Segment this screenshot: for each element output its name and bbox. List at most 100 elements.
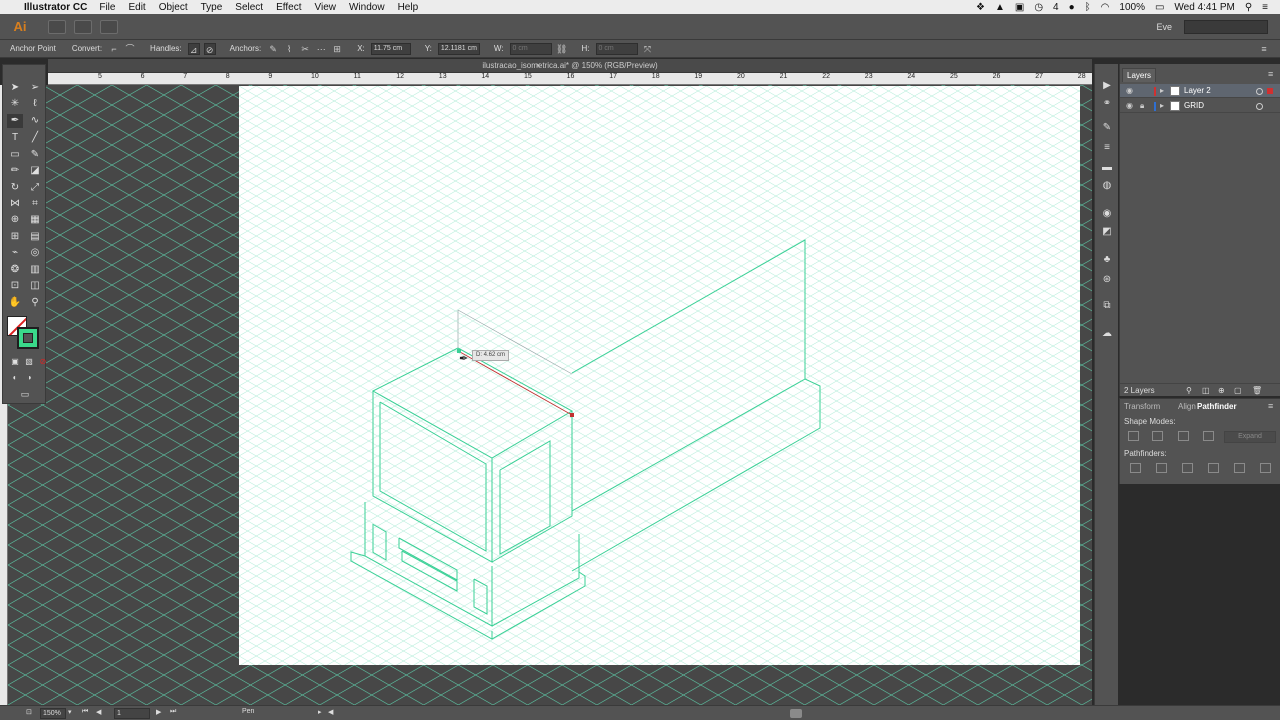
menu-edit[interactable]: Edit — [128, 2, 145, 13]
menu-window[interactable]: Window — [349, 2, 385, 13]
app-menu[interactable]: Illustrator CC — [24, 2, 87, 13]
layer-name[interactable]: Layer 2 — [1184, 84, 1211, 98]
pencil-tool-icon[interactable]: ✏ — [7, 164, 23, 178]
minus-front-icon[interactable] — [1152, 431, 1163, 441]
menu-effect[interactable]: Effect — [276, 2, 301, 13]
crop-icon[interactable] — [1208, 463, 1219, 473]
expand-arrow-icon[interactable]: ▸ — [1160, 99, 1164, 113]
stroke-icon[interactable]: ≡ — [1100, 142, 1114, 154]
free-transform-tool-icon[interactable]: ⌗ — [27, 197, 43, 211]
curvature-tool-icon[interactable]: ∿ — [27, 114, 43, 128]
outline-icon[interactable] — [1234, 463, 1245, 473]
close-tab-icon[interactable]: × — [536, 59, 541, 73]
selection-tool-icon[interactable]: ➤ — [7, 81, 23, 95]
artboards-icon[interactable]: ⧉ — [1100, 300, 1114, 312]
navigator-icon[interactable]: ⊛ — [1100, 274, 1114, 286]
menu-object[interactable]: Object — [159, 2, 188, 13]
eraser-tool-icon[interactable]: ◪ — [27, 164, 43, 178]
paintbrush-tool-icon[interactable]: ✎ — [27, 148, 43, 162]
gpu-performance-icon[interactable] — [100, 19, 118, 34]
clock-icon[interactable]: ◷ — [1034, 2, 1043, 13]
transform-icon[interactable]: ⤧ — [642, 43, 654, 55]
blend-tool-icon[interactable]: ◎ — [27, 246, 43, 260]
lasso-tool-icon[interactable]: ℓ — [27, 97, 43, 111]
expand-button[interactable]: Expand — [1224, 431, 1276, 443]
zoom-field[interactable]: 150% — [40, 708, 66, 719]
rectangle-tool-icon[interactable]: ▭ — [7, 148, 23, 162]
status-menu-arrow-icon[interactable]: ▸ — [318, 708, 322, 716]
brushes-icon[interactable]: ✎ — [1100, 122, 1114, 134]
slice-tool-icon[interactable]: ◫ — [27, 279, 43, 293]
mesh-tool-icon[interactable]: ⊞ — [7, 230, 23, 244]
convert-corner-icon[interactable]: ⌐ — [108, 43, 120, 55]
connect-anchor-icon[interactable]: ⌇ — [283, 43, 295, 55]
bluetooth-icon[interactable]: ᛒ — [1085, 2, 1091, 13]
cut-path-icon[interactable]: ✂ — [299, 43, 311, 55]
menu-type[interactable]: Type — [201, 2, 223, 13]
menu-help[interactable]: Help — [398, 2, 419, 13]
tab-pathfinder[interactable]: Pathfinder — [1197, 401, 1237, 413]
locate-object-icon[interactable]: ⚲ — [1186, 384, 1192, 397]
menu-select[interactable]: Select — [235, 2, 263, 13]
divide-icon[interactable] — [1130, 463, 1141, 473]
width-tool-icon[interactable]: ⋈ — [7, 197, 23, 211]
dropbox-icon[interactable]: ❖ — [976, 2, 985, 13]
appearance-icon[interactable]: ◉ — [1100, 208, 1114, 220]
menubar-clock[interactable]: Wed 4:41 PM — [1174, 2, 1234, 13]
screen-mode-icon[interactable]: ▭ — [17, 387, 33, 401]
previous-artboard-icon[interactable]: ◀ — [96, 708, 101, 716]
zoom-dropdown-icon[interactable]: ▾ — [68, 708, 72, 716]
tab-align[interactable]: Align — [1178, 401, 1196, 413]
menu-view[interactable]: View — [314, 2, 336, 13]
symbols-icon[interactable]: ♣ — [1100, 254, 1114, 266]
menu-file[interactable]: File — [99, 2, 115, 13]
direct-selection-tool-icon[interactable]: ➢ — [27, 81, 43, 95]
cloud-icon[interactable]: ● — [1069, 2, 1075, 13]
artboard-field[interactable]: 1 — [114, 708, 150, 719]
new-sublayer-icon[interactable]: ⊕ — [1218, 384, 1225, 397]
gradient-tool-icon[interactable]: ▤ — [27, 230, 43, 244]
zoom-tool-icon[interactable]: ⚲ — [27, 296, 43, 310]
remove-anchor-icon[interactable]: ✎ — [267, 43, 279, 55]
layer-name[interactable]: GRID — [1184, 99, 1204, 113]
perspective-grid-tool-icon[interactable]: ▦ — [27, 213, 43, 227]
h-field[interactable]: 0 cm — [595, 42, 638, 55]
w-field[interactable]: 0 cm — [509, 42, 552, 55]
draw-behind-icon[interactable]: ◑ — [21, 371, 37, 385]
scale-tool-icon[interactable]: ⤢ — [27, 181, 43, 195]
type-tool-icon[interactable]: T — [7, 131, 23, 145]
new-layer-icon[interactable]: ▢ — [1234, 384, 1242, 397]
convert-smooth-icon[interactable]: ⌒ — [124, 43, 136, 55]
artboard-navigator-icon[interactable]: ⊡ — [26, 708, 32, 716]
horizontal-ruler[interactable]: 5 6 7 8 9 10 11 12 13 14 15 16 17 18 19 20 21 22 23 24 25 26 2… — [48, 73, 1092, 85]
libraries-icon[interactable]: ☁ — [1100, 328, 1114, 340]
play-action-icon[interactable]: ▶ — [1100, 80, 1114, 92]
wifi-icon[interactable]: ◠ — [1101, 2, 1110, 13]
stroke-swatch[interactable] — [17, 327, 39, 349]
horizontal-scrollbar-thumb[interactable] — [790, 709, 802, 718]
shape-builder-tool-icon[interactable]: ⊕ — [7, 213, 23, 227]
battery-percent[interactable]: 100% — [1119, 2, 1145, 13]
isometric-computer-artwork[interactable] — [239, 86, 1080, 665]
magic-wand-tool-icon[interactable]: ✳ — [7, 97, 23, 111]
screen-icon[interactable]: ▣ — [1015, 2, 1024, 13]
layer-selection-indicator[interactable] — [1267, 88, 1273, 94]
tab-layers[interactable]: Layers — [1122, 68, 1157, 82]
layers-panel-menu-icon[interactable]: ≡ — [1268, 69, 1273, 79]
none-mode-icon[interactable]: ⊘ — [35, 355, 51, 369]
eyedropper-tool-icon[interactable]: ⌁ — [7, 246, 23, 260]
hand-tool-icon[interactable]: ✋ — [7, 296, 23, 310]
visibility-eye-icon[interactable]: ◉ — [1126, 84, 1133, 98]
isolate-icon[interactable]: ⋯ — [315, 43, 327, 55]
battery-icon[interactable]: ▭ — [1155, 2, 1164, 13]
links-icon[interactable]: ⚭ — [1100, 98, 1114, 110]
arrange-documents-button[interactable] — [74, 19, 92, 34]
column-graph-tool-icon[interactable]: ▥ — [27, 263, 43, 277]
tab-transform[interactable]: Transform — [1124, 401, 1160, 413]
document-tab[interactable]: × ilustracao_isometrica.ai* @ 150% (RGB/… — [48, 59, 1092, 73]
pen-tool-icon[interactable]: ✒ — [7, 114, 23, 128]
workspace-switcher[interactable]: Eve — [1156, 22, 1172, 32]
layer-target-icon[interactable] — [1256, 103, 1263, 110]
exclude-icon[interactable] — [1203, 431, 1214, 441]
y-field[interactable]: 12.1181 cm — [437, 42, 480, 55]
